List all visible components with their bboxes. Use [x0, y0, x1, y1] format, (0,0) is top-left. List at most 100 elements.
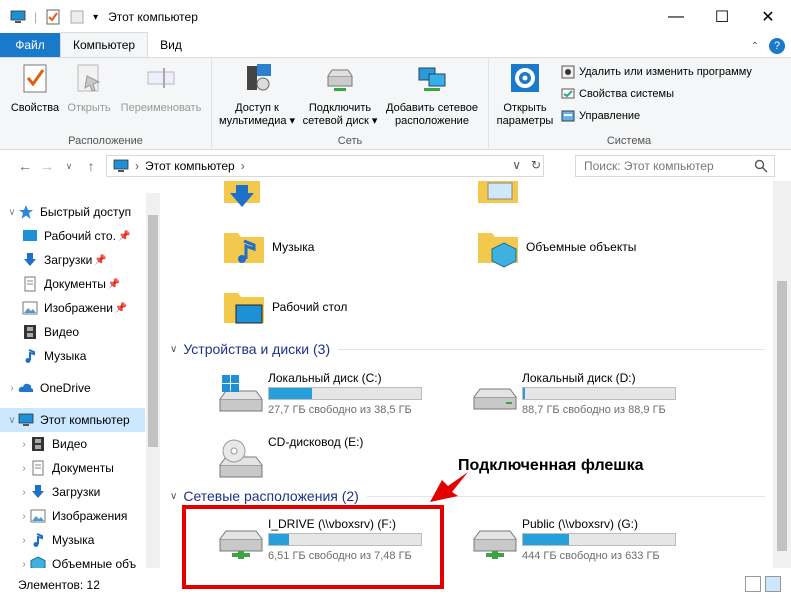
nav-video[interactable]: Видео [22, 320, 79, 344]
ribbon-tabs: Файл Компьютер Вид ⌃ ? [0, 32, 791, 58]
recent-locations-button[interactable]: ∨ [58, 161, 80, 172]
annotation-arrow-icon [430, 472, 468, 502]
expand-icon[interactable]: › [18, 535, 30, 546]
computer-icon[interactable] [10, 9, 26, 25]
film-icon [32, 437, 44, 451]
manage-button[interactable]: Управление [561, 109, 640, 123]
qat-dropdown-icon[interactable]: ▾ [93, 12, 98, 23]
drive-e[interactable]: CD-дисковод (E:) [218, 435, 438, 483]
drive-usage-fill [523, 388, 525, 399]
nav-pc-3d-objects[interactable]: › Объемные объ [18, 552, 136, 568]
ribbon-group-location: Свойства Открыть Переименовать Расположе… [0, 58, 212, 150]
media-access-button[interactable]: Доступ к мультимедиа ▾ [216, 62, 298, 128]
nav-pc-music[interactable]: › Музыка [18, 528, 94, 552]
drive-c[interactable]: Локальный диск (C:) 27,7 ГБ свободно из … [218, 371, 438, 419]
nav-documents[interactable]: Документы 📌 [22, 272, 120, 296]
network-location-icon [418, 67, 446, 91]
content-scrollbar[interactable] [773, 181, 791, 568]
nav-this-pc[interactable]: ∨ Этот компьютер [0, 408, 145, 432]
nav-quick-access[interactable]: ∨ Быстрый доступ [6, 200, 131, 224]
folder-desktop[interactable]: Рабочий стол [222, 285, 347, 329]
hard-drive-icon [473, 388, 517, 410]
title-bar: | ▾ Этот компьютер — ☐ ✕ [0, 0, 791, 34]
expand-icon[interactable]: › [18, 439, 30, 450]
cloud-icon [18, 383, 34, 392]
expand-icon[interactable]: › [6, 383, 18, 394]
collapse-icon[interactable]: ∨ [6, 207, 18, 218]
nav-pc-downloads[interactable]: › Загрузки [18, 480, 100, 504]
help-icon[interactable]: ? [769, 38, 785, 54]
nav-pc-images[interactable]: › Изображения [18, 504, 127, 528]
maximize-button[interactable]: ☐ [699, 0, 745, 34]
search-input[interactable]: Поиск: Этот компьютер [575, 155, 775, 177]
nav-desktop[interactable]: Рабочий сто. 📌 [22, 224, 130, 248]
pin-icon: 📌 [114, 302, 128, 314]
nav-scrollbar-thumb[interactable] [148, 215, 158, 447]
properties-icon[interactable] [45, 9, 61, 25]
section-devices[interactable]: ∨ Устройства и диски (3) [170, 341, 765, 357]
picture-icon [22, 301, 38, 315]
collapse-icon[interactable]: ∨ [170, 344, 177, 355]
annotation-label: Подключенная флешка [458, 457, 644, 474]
new-folder-icon[interactable] [69, 9, 85, 25]
download-icon [32, 485, 44, 498]
ribbon-expand-icon[interactable]: ⌃ [751, 41, 759, 52]
network-drive-icon [327, 69, 353, 91]
network-drive-icon [473, 530, 517, 559]
minimize-button[interactable]: — [653, 0, 699, 34]
address-bar[interactable]: › Этот компьютер › ∨ ↻ [106, 155, 544, 177]
images-folder-icon[interactable] [478, 181, 518, 207]
address-dropdown-icon[interactable]: ∨ [512, 158, 521, 172]
drive-g-network[interactable]: Public (\\vboxsrv) (G:) 444 ГБ свободно … [472, 517, 692, 565]
uninstall-icon [561, 65, 575, 79]
music-note-icon [25, 349, 35, 363]
tiles-view-button[interactable] [765, 576, 781, 592]
refresh-icon[interactable]: ↻ [531, 158, 541, 172]
section-divider [338, 348, 765, 350]
desktop-icon [23, 230, 37, 241]
tab-file[interactable]: Файл [0, 33, 60, 57]
uninstall-program-button[interactable]: Удалить или изменить программу [561, 65, 752, 79]
nav-pc-documents[interactable]: › Документы [18, 456, 114, 480]
open-button[interactable]: Открыть [64, 62, 114, 115]
group-label-network: Сеть [337, 135, 363, 147]
collapse-icon[interactable]: ∨ [170, 491, 177, 502]
item-count: Элементов: 12 [18, 578, 100, 592]
drive-d[interactable]: Локальный диск (D:) 88,7 ГБ свободно из … [472, 371, 692, 419]
collapse-icon[interactable]: ∨ [6, 415, 18, 426]
system-properties-button[interactable]: Свойства системы [561, 87, 674, 101]
rename-button[interactable]: Переименовать [116, 62, 206, 115]
ribbon-group-network: Доступ к мультимедиа ▾ Подключить сетево… [212, 58, 489, 150]
close-button[interactable]: ✕ [745, 0, 791, 34]
details-view-button[interactable] [745, 576, 761, 592]
up-button[interactable]: ↑ [80, 158, 102, 174]
gear-icon [511, 64, 539, 92]
pin-icon: 📌 [117, 230, 131, 242]
tab-view[interactable]: Вид [148, 33, 194, 57]
expand-icon[interactable]: › [18, 463, 30, 474]
nav-pc-video[interactable]: › Видео [18, 432, 87, 456]
back-button[interactable]: ← [14, 158, 36, 174]
breadcrumb-this-pc[interactable]: Этот компьютер [145, 159, 235, 173]
content-scrollbar-thumb[interactable] [777, 281, 787, 551]
properties-button[interactable]: Свойства [10, 62, 60, 115]
folder-3d-objects[interactable]: Объемные объекты [476, 225, 636, 269]
nav-scrollbar[interactable] [146, 193, 160, 568]
nav-onedrive[interactable]: › OneDrive [6, 376, 90, 400]
nav-downloads[interactable]: Загрузки 📌 [22, 248, 107, 272]
open-settings-button[interactable]: Открыть параметры [493, 62, 557, 128]
rename-icon [147, 68, 175, 88]
expand-icon[interactable]: › [18, 559, 30, 569]
downloads-folder-icon[interactable] [224, 181, 260, 209]
map-network-drive-button[interactable]: Подключить сетевой диск ▾ [300, 62, 380, 128]
expand-icon[interactable]: › [18, 487, 30, 498]
tab-computer[interactable]: Компьютер [60, 32, 149, 57]
breadcrumb-chevron-icon[interactable]: › [241, 159, 245, 173]
add-network-location-button[interactable]: Добавить сетевое расположение [382, 62, 482, 128]
folder-music[interactable]: Музыка [222, 225, 314, 269]
nav-music[interactable]: Музыка [22, 344, 86, 368]
document-icon [32, 460, 44, 476]
forward-button[interactable]: → [36, 158, 58, 174]
expand-icon[interactable]: › [18, 511, 30, 522]
nav-images[interactable]: Изображени 📌 [22, 296, 127, 320]
